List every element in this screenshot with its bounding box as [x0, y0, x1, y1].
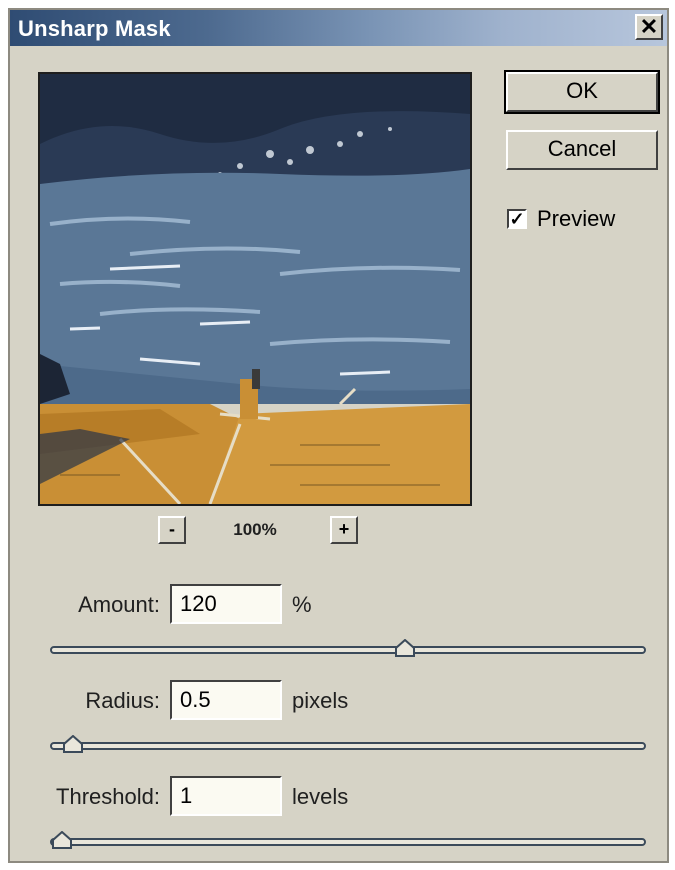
radius-unit: pixels	[292, 688, 349, 713]
slider-thumb-icon[interactable]	[52, 831, 72, 849]
preview-checkbox[interactable]: ✓ Preview	[507, 206, 615, 232]
slider-thumb-icon[interactable]	[395, 639, 416, 657]
close-button[interactable]: ✕	[635, 14, 663, 40]
minus-icon: -	[169, 519, 175, 539]
zoom-out-button[interactable]: -	[158, 516, 186, 544]
threshold-unit: levels	[292, 784, 349, 809]
close-icon: ✕	[639, 14, 659, 39]
preview-label: Preview	[537, 206, 616, 231]
amount-input[interactable]: 120	[170, 584, 282, 624]
window-title: Unsharp Mask	[18, 16, 171, 41]
radius-label: Radius:	[85, 688, 160, 713]
threshold-input[interactable]: 1	[170, 776, 282, 816]
preview-canvas	[40, 74, 470, 504]
amount-label: Amount:	[78, 592, 160, 617]
ok-button[interactable]: OK	[504, 70, 660, 114]
preview-checkbox-box[interactable]: ✓	[507, 209, 527, 229]
amount-unit: %	[292, 592, 312, 617]
slider-thumb-icon[interactable]	[63, 735, 84, 753]
check-icon: ✓	[509, 209, 525, 229]
zoom-in-button[interactable]: +	[330, 516, 358, 544]
cancel-button[interactable]: Cancel	[506, 130, 658, 170]
title-bar[interactable]: Unsharp Mask ✕	[10, 10, 667, 46]
radius-slider[interactable]	[50, 735, 646, 753]
threshold-slider[interactable]	[50, 831, 646, 849]
unsharp-mask-dialog: Unsharp Mask ✕ OK Cancel ✓ Preview - 100…	[8, 8, 669, 863]
radius-input[interactable]: 0.5	[170, 680, 282, 720]
zoom-level: 100%	[233, 520, 277, 539]
threshold-label: Threshold:	[56, 784, 160, 809]
preview-image[interactable]	[38, 72, 472, 506]
amount-slider[interactable]	[50, 639, 646, 657]
plus-icon: +	[338, 519, 350, 539]
